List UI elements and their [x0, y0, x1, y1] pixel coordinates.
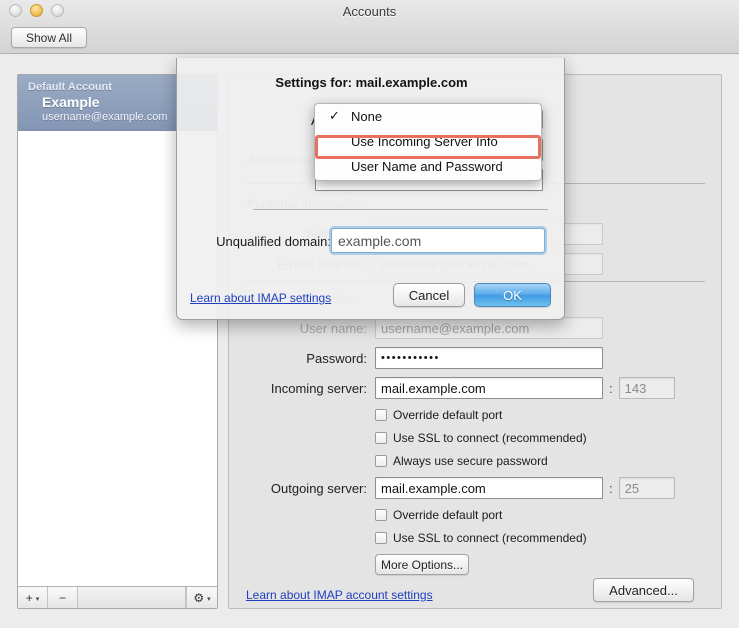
outgoing-override-port-checkbox[interactable]: Override default port: [375, 508, 502, 522]
sidebar-toolbar: + ▾ − ⚙ ▾: [18, 586, 217, 608]
chevron-down-icon: ▾: [36, 595, 40, 603]
menu-item-use-incoming-server-info[interactable]: Use Incoming Server Info: [315, 129, 541, 154]
checkbox-box: [375, 432, 387, 444]
sheet-divider: [253, 209, 548, 210]
account-actions-button[interactable]: ⚙ ▾: [186, 587, 217, 608]
checkbox-box: [375, 509, 387, 521]
remove-account-button[interactable]: −: [48, 587, 78, 608]
more-options-button[interactable]: More Options...: [375, 554, 469, 575]
advanced-button[interactable]: Advanced...: [593, 578, 694, 602]
outgoing-use-ssl-checkbox[interactable]: Use SSL to connect (recommended): [375, 531, 587, 545]
menu-item-label: Use Incoming Server Info: [351, 134, 498, 149]
password-row: Password: •••••••••••: [229, 347, 603, 369]
incoming-port-field[interactable]: 143: [619, 377, 675, 399]
incoming-server-row: Incoming server: mail.example.com : 143: [229, 377, 675, 399]
password-label: Password:: [229, 351, 375, 366]
outgoing-colon: :: [609, 481, 613, 496]
sheet-title: Settings for: mail.example.com: [177, 75, 566, 90]
checkbox-label: Override default port: [393, 408, 502, 422]
incoming-secure-password-checkbox[interactable]: Always use secure password: [375, 454, 548, 468]
minus-icon: −: [59, 591, 66, 605]
checkbox-label: Use SSL to connect (recommended): [393, 531, 587, 545]
window-titlebar: Accounts Show All: [0, 0, 739, 54]
checkbox-label: Always use secure password: [393, 454, 548, 468]
outgoing-server-row: Outgoing server: mail.example.com : 25: [229, 477, 675, 499]
learn-about-imap-account-settings-link[interactable]: Learn about IMAP account settings: [246, 588, 433, 602]
checkbox-box: [375, 532, 387, 544]
authentication-menu: ✓ None Use Incoming Server Info User Nam…: [314, 103, 542, 181]
gear-icon: ⚙: [193, 591, 204, 605]
window-body: Default Account Example username@example…: [0, 54, 739, 628]
password-field[interactable]: •••••••••••: [375, 347, 603, 369]
add-account-button[interactable]: + ▾: [18, 587, 48, 608]
outgoing-server-field[interactable]: mail.example.com: [375, 477, 603, 499]
checkbox-box: [375, 409, 387, 421]
incoming-server-label: Incoming server:: [229, 381, 375, 396]
checkbox-box: [375, 455, 387, 467]
chevron-down-icon: ▾: [207, 595, 211, 603]
user-name-field[interactable]: username@example.com: [375, 317, 603, 339]
incoming-colon: :: [609, 381, 613, 396]
outgoing-server-label: Outgoing server:: [229, 481, 375, 496]
learn-about-imap-settings-link[interactable]: Learn about IMAP settings: [190, 291, 331, 305]
ok-button[interactable]: OK: [474, 283, 551, 307]
incoming-override-port-checkbox[interactable]: Override default port: [375, 408, 502, 422]
accounts-window: Accounts Show All Default Account Exampl…: [0, 0, 739, 628]
menu-item-label: User Name and Password: [351, 159, 503, 174]
checkbox-label: Use SSL to connect (recommended): [393, 431, 587, 445]
unqualified-domain-label: Unqualified domain:: [191, 234, 331, 249]
cancel-button[interactable]: Cancel: [393, 283, 465, 307]
user-name-label: User name:: [229, 321, 375, 336]
user-name-row: User name: username@example.com: [229, 317, 603, 339]
menu-item-user-name-and-password[interactable]: User Name and Password: [315, 154, 541, 179]
unqualified-domain-input[interactable]: example.com: [331, 228, 545, 253]
menu-item-label: None: [351, 109, 382, 124]
incoming-use-ssl-checkbox[interactable]: Use SSL to connect (recommended): [375, 431, 587, 445]
incoming-server-field[interactable]: mail.example.com: [375, 377, 603, 399]
outgoing-port-field[interactable]: 25: [619, 477, 675, 499]
settings-sheet-dialog: Settings for: mail.example.com Authentic…: [176, 58, 565, 320]
menu-item-none[interactable]: ✓ None: [315, 104, 541, 129]
checkbox-label: Override default port: [393, 508, 502, 522]
sidebar-toolbar-spacer: [78, 587, 186, 608]
show-all-button[interactable]: Show All: [11, 27, 87, 48]
window-title: Accounts: [0, 4, 739, 19]
plus-icon: +: [26, 591, 33, 605]
checkmark-icon: ✓: [329, 108, 340, 124]
